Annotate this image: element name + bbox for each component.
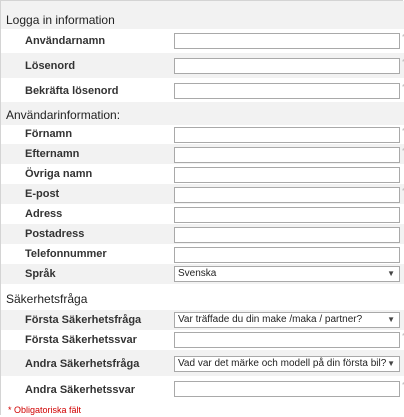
label-last-name: Efternamn [25, 148, 80, 160]
form-row-a1: Första Säkerhetssvar * [1, 330, 404, 350]
password-input[interactable] [174, 58, 400, 74]
form-row-username: Användarnamn * [1, 29, 404, 53]
label-first-name: Förnamn [25, 128, 73, 140]
label-username: Användarnamn [25, 35, 106, 47]
form-row-phone: Telefonnummer [1, 244, 404, 264]
language-select[interactable]: Svenska ▼ [174, 266, 400, 282]
label-password: Lösenord [25, 60, 76, 72]
label-phone: Telefonnummer [25, 248, 107, 260]
section-row-user: Användarinformation: [1, 102, 404, 125]
chevron-down-icon: ▼ [387, 359, 395, 368]
chevron-down-icon: ▼ [387, 269, 395, 278]
last-name-input[interactable] [174, 147, 400, 163]
form-row-postal-address: Postadress [1, 224, 404, 244]
language-select-value: Svenska [178, 268, 217, 279]
label-language: Språk [25, 268, 56, 280]
section-row-login: Logga in information [1, 1, 404, 29]
form-row-other-names: Övriga namn [1, 164, 404, 184]
form-row-a2: Andra Säkerhetssvar * [1, 376, 404, 402]
section-title-user: Användarinformation: [6, 108, 121, 122]
first-name-input[interactable] [174, 127, 400, 143]
section-row-security: Säkerhetsfråga [1, 284, 404, 310]
form-row-confirm-password: Bekräfta lösenord * [1, 78, 404, 102]
first-security-question-value: Var träffade du din make /maka / partner… [178, 314, 363, 325]
label-second-security-question: Andra Säkerhetsfråga [25, 358, 140, 370]
form-row-first-name: Förnamn * [1, 125, 404, 144]
registration-form: Logga in information Användarnamn * Löse… [0, 0, 404, 415]
section-title-login: Logga in information [6, 13, 115, 27]
form-row-password: Lösenord * [1, 53, 404, 78]
second-security-question-select[interactable]: Vad var det märke och modell på din förs… [174, 356, 400, 372]
confirm-password-input[interactable] [174, 83, 400, 99]
section-title-security: Säkerhetsfråga [6, 292, 88, 306]
label-first-security-answer: Första Säkerhetssvar [25, 334, 137, 346]
chevron-down-icon: ▼ [387, 315, 395, 324]
label-email: E-post [25, 188, 60, 200]
label-second-security-answer: Andra Säkerhetssvar [25, 384, 136, 396]
label-other-names: Övriga namn [25, 168, 93, 180]
first-security-question-select[interactable]: Var träffade du din make /maka / partner… [174, 312, 400, 328]
form-row-q2: Andra Säkerhetsfråga Vad var det märke o… [1, 350, 404, 376]
address-input[interactable] [174, 207, 400, 223]
phone-input[interactable] [174, 247, 400, 263]
label-address: Adress [25, 208, 63, 220]
email-input[interactable] [174, 187, 400, 203]
label-first-security-question: Första Säkerhetsfråga [25, 314, 142, 326]
form-row-address: Adress [1, 204, 404, 224]
other-names-input[interactable] [174, 167, 400, 183]
form-row-language: Språk Svenska ▼ [1, 264, 404, 284]
form-row-last-name: Efternamn * [1, 144, 404, 164]
first-security-answer-input[interactable] [174, 332, 400, 348]
username-input[interactable] [174, 33, 400, 49]
label-confirm-password: Bekräfta lösenord [25, 85, 119, 97]
second-security-answer-input[interactable] [174, 381, 400, 397]
second-security-question-value: Vad var det märke och modell på din förs… [178, 358, 387, 369]
form-row-email: E-post * [1, 184, 404, 204]
required-fields-note: * Obligatoriska fält [8, 405, 82, 415]
postal-address-input[interactable] [174, 227, 400, 243]
label-postal-address: Postadress [25, 228, 85, 240]
form-row-q1: Första Säkerhetsfråga Var träffade du di… [1, 310, 404, 330]
